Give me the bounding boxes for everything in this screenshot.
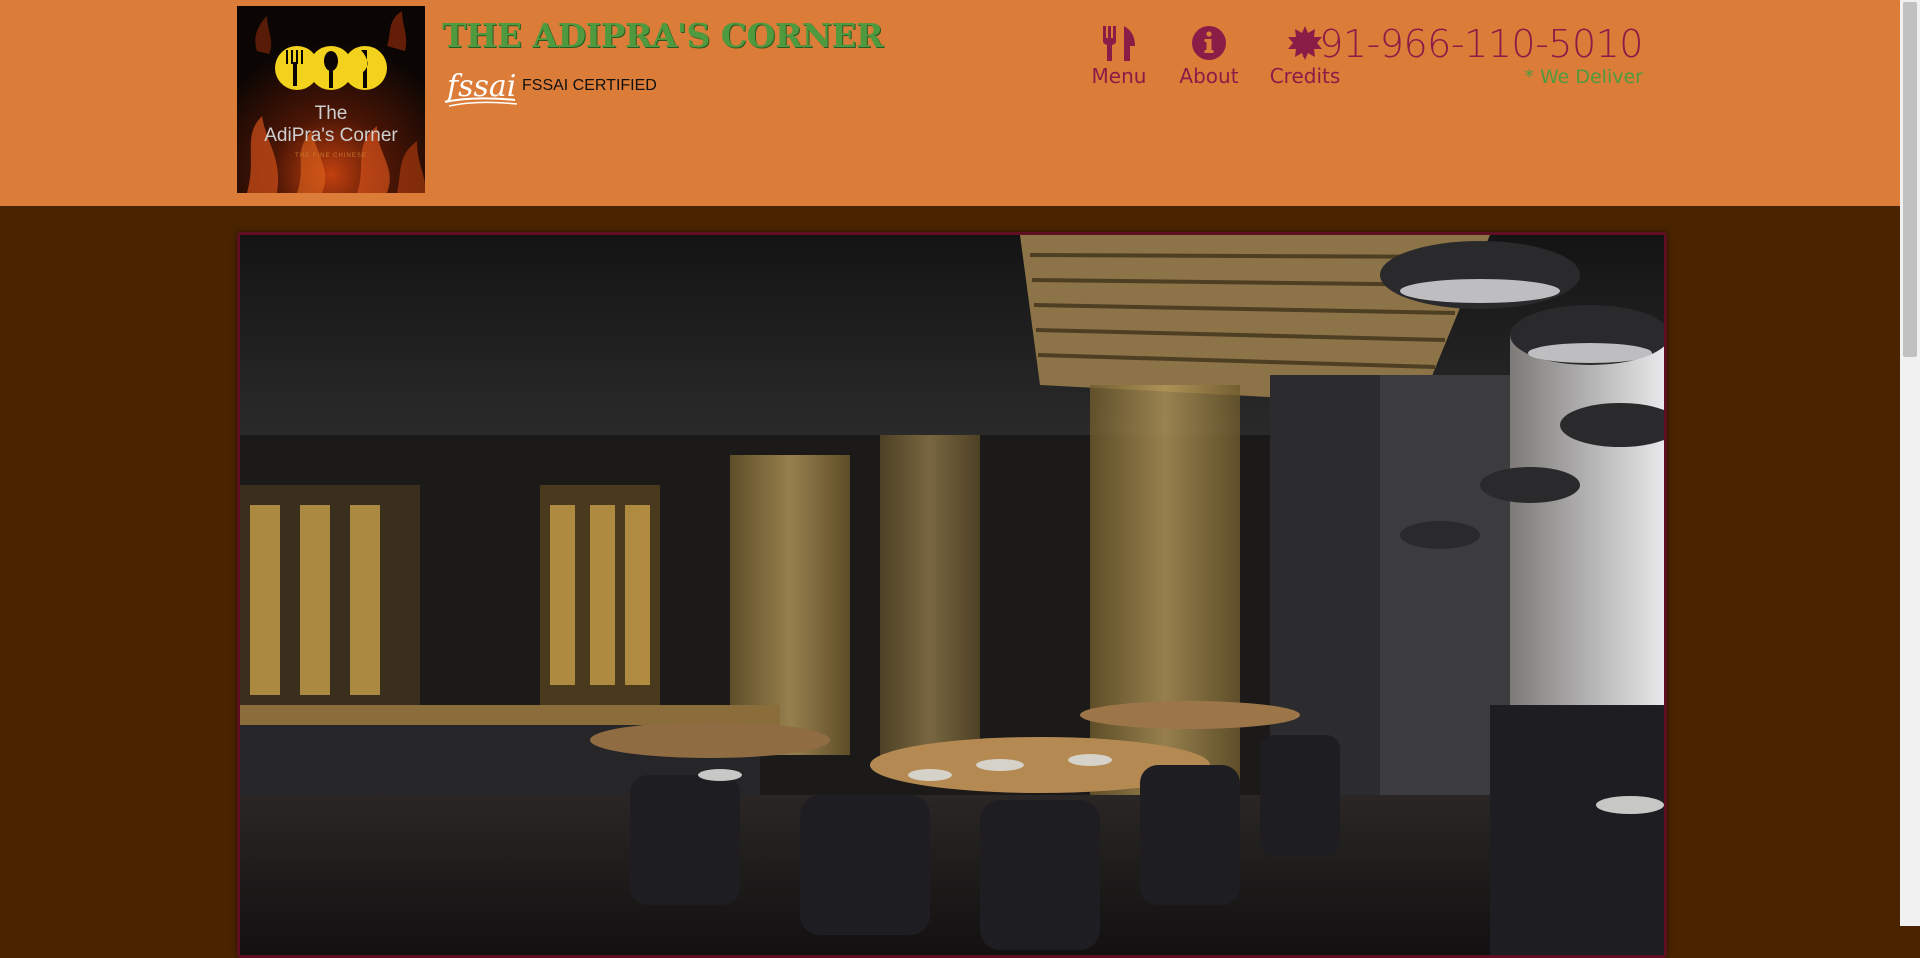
- nav-about-label: About: [1179, 64, 1239, 88]
- site-title[interactable]: THE ADIPRA'S CORNER: [442, 16, 883, 55]
- nav-menu-link[interactable]: Menu: [1085, 24, 1153, 88]
- logo-text-line2: AdiPra's Corner: [264, 125, 398, 146]
- brand-logo[interactable]: The AdiPra's Corner THE FINE CHINESE: [237, 6, 425, 193]
- logo-graphic: [237, 6, 425, 193]
- fssai-mark: fssai: [445, 69, 516, 104]
- scrollbar-thumb[interactable]: [1903, 2, 1917, 357]
- hero-restaurant-image: [237, 232, 1667, 958]
- site-header: The AdiPra's Corner THE FINE CHINESE THE…: [0, 0, 1920, 206]
- nav-about-link[interactable]: About: [1175, 24, 1243, 88]
- logo-text-line1: The: [314, 103, 348, 124]
- fssai-certified-label: FSSAI CERTIFIED: [522, 77, 657, 94]
- page-scrollbar[interactable]: [1900, 0, 1920, 926]
- phone-number[interactable]: +91-966-110-5010: [1288, 22, 1644, 66]
- delivery-note: * We Deliver: [1524, 66, 1643, 88]
- restaurant-interior-photo: [240, 235, 1664, 955]
- info-circle-icon: [1192, 26, 1226, 60]
- fssai-logo: fssai: [444, 69, 518, 107]
- nav-credits-label: Credits: [1269, 64, 1341, 88]
- logo-tagline: THE FINE CHINESE: [295, 153, 367, 159]
- fork-knife-icon: [1103, 26, 1135, 61]
- nav-menu-label: Menu: [1091, 64, 1147, 88]
